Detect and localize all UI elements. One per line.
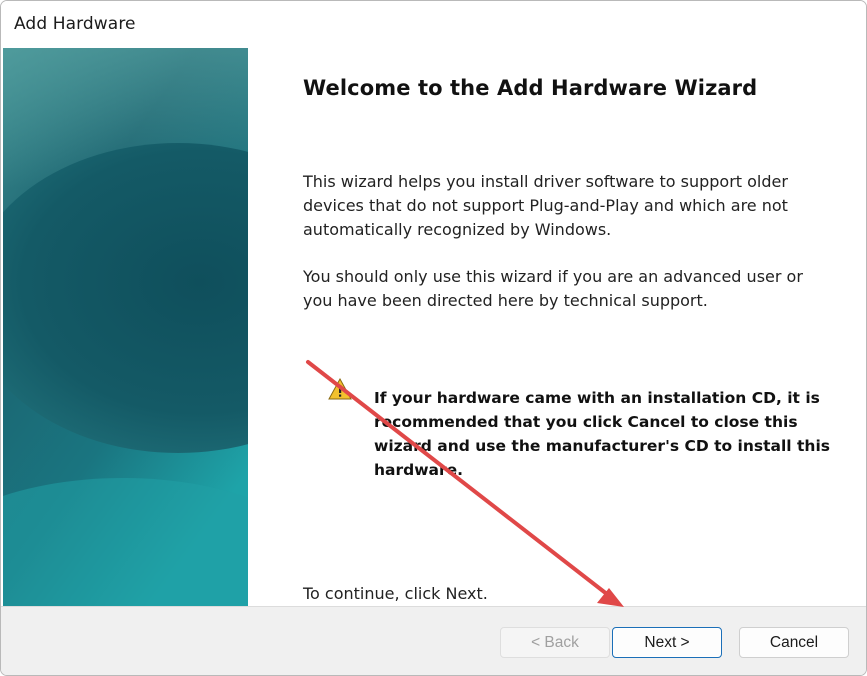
wizard-description: This wizard helps you install driver sof… [303, 172, 788, 239]
back-button[interactable]: < Back [500, 627, 610, 658]
window-title: Add Hardware [14, 14, 136, 34]
wizard-heading: Welcome to the Add Hardware Wizard [303, 76, 758, 100]
title-bar[interactable]: Add Hardware [1, 1, 866, 47]
next-button[interactable]: Next > [612, 627, 722, 658]
button-bar: < Back Next > Cancel [1, 606, 866, 675]
wizard-content-panel: Welcome to the Add Hardware Wizard This … [248, 48, 866, 606]
warning-triangle-icon [328, 378, 352, 400]
advanced-user-notice: You should only use this wizard if you a… [303, 267, 803, 310]
continue-instruction: To continue, click Next. [303, 584, 488, 603]
installation-cd-warning: If your hardware came with an installati… [374, 389, 830, 479]
banner-gradient-graphic [3, 48, 248, 606]
add-hardware-window: Add Hardware Welcome to the Add Hardware… [0, 0, 867, 676]
cancel-button[interactable]: Cancel [739, 627, 849, 658]
wizard-banner-image [3, 48, 248, 606]
